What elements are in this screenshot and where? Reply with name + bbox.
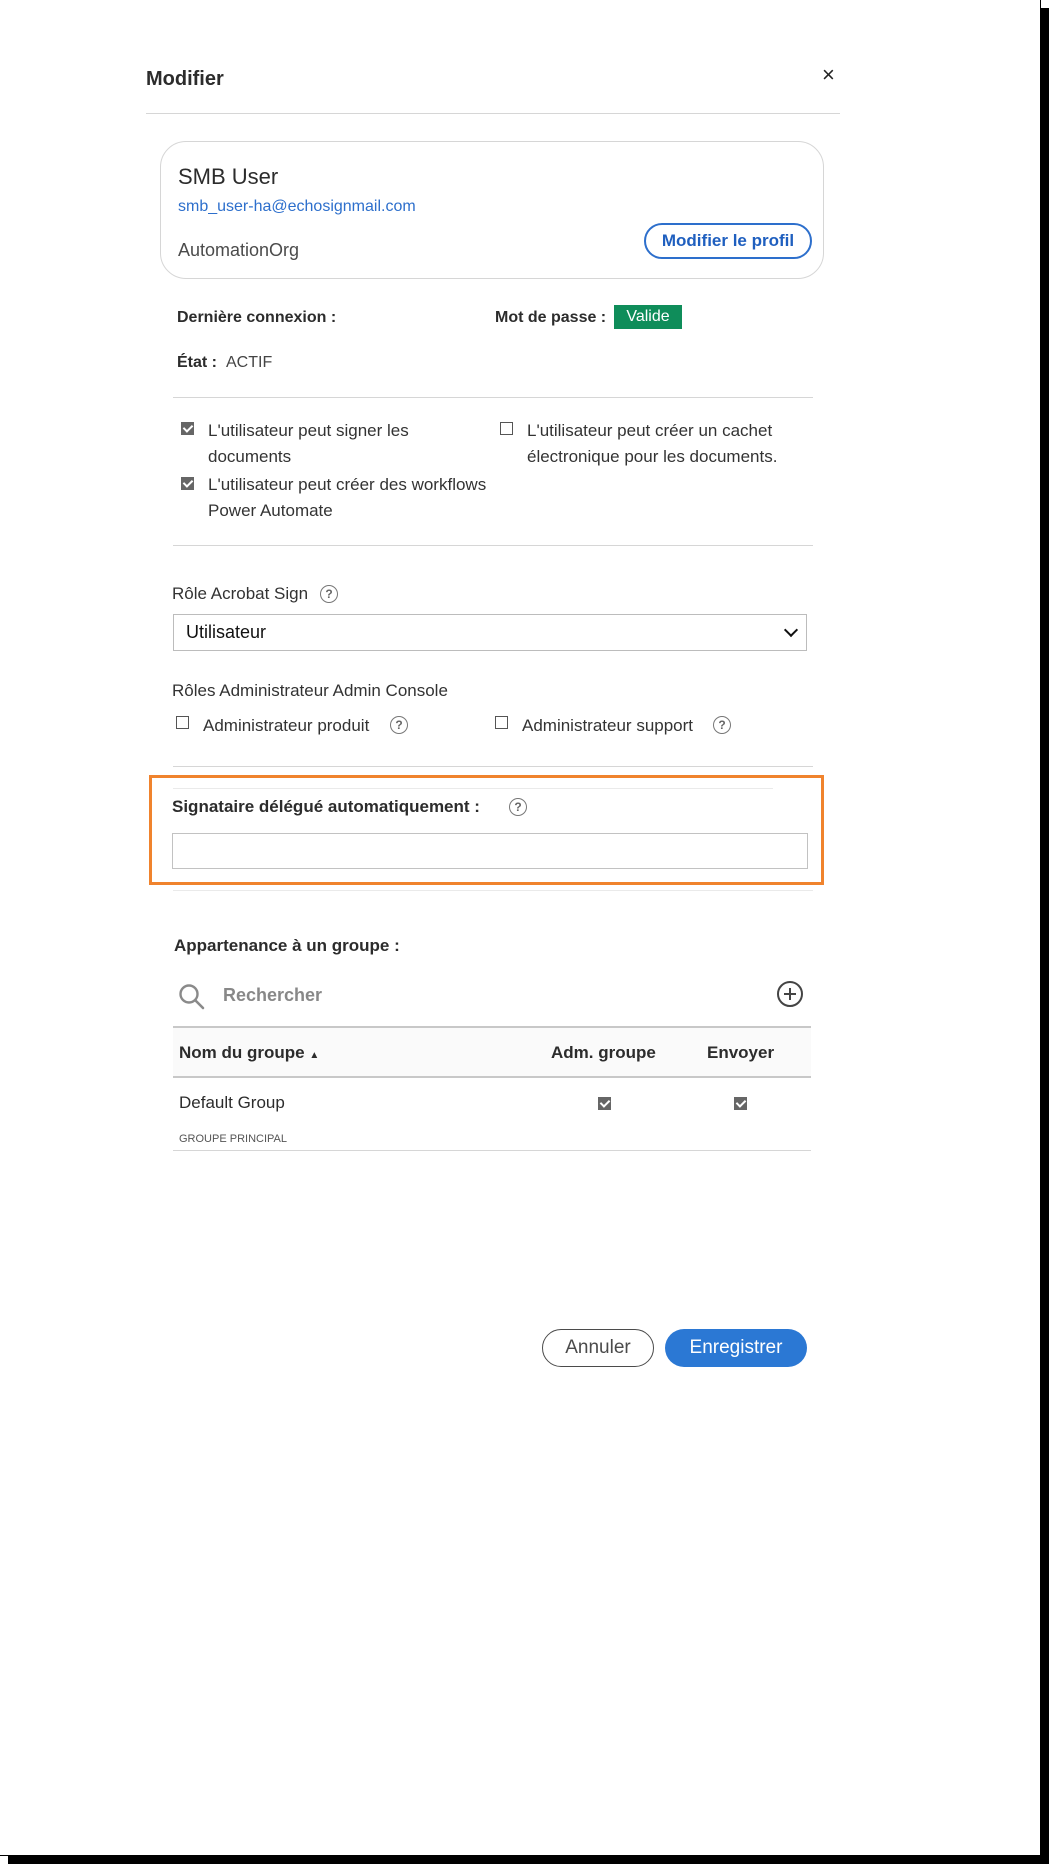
user-email: smb_user-ha@echosignmail.com [178, 198, 416, 215]
group-send-checkbox[interactable] [734, 1097, 747, 1110]
perm-sign-checkbox[interactable] [181, 422, 194, 435]
col-group-name[interactable]: Nom du groupe ▲ [179, 1043, 319, 1063]
group-search-input[interactable]: Rechercher [223, 985, 322, 1006]
cancel-button[interactable]: Annuler [542, 1329, 654, 1367]
perm-workflow-label: L'utilisateur peut créer des workflows Po… [208, 475, 487, 520]
role-select-value: Utilisateur [186, 622, 267, 642]
state-value: ACTIF [226, 354, 273, 371]
admin-roles-label: Rôles Administrateur Admin Console [172, 681, 448, 700]
user-name: SMB User [178, 164, 279, 189]
state-label: État : [177, 354, 217, 371]
role-select[interactable]: Utilisateur [173, 614, 807, 651]
status-divider [173, 397, 813, 398]
save-button[interactable]: Enregistrer [665, 1329, 807, 1367]
col-send: Envoyer [707, 1043, 775, 1062]
group-row-primary-label: GROUPE PRINCIPAL [179, 1133, 287, 1145]
support-admin-help-icon[interactable]: ? [713, 716, 731, 734]
edit-profile-button[interactable]: Modifier le profil [644, 223, 812, 259]
group-row-name: Default Group [179, 1093, 285, 1112]
role-help-icon[interactable]: ? [320, 585, 338, 603]
delegate-bottom-divider [173, 890, 813, 891]
chevron-down-icon [783, 622, 799, 638]
support-admin-checkbox[interactable] [495, 716, 508, 729]
close-icon[interactable]: × [822, 64, 835, 86]
role-label: Rôle Acrobat Sign [172, 584, 309, 603]
table-header-top-border [173, 1026, 811, 1028]
dialog-title: Modifier [146, 68, 224, 90]
support-admin-label: Administrateur support [522, 716, 694, 735]
search-icon[interactable] [178, 983, 206, 1011]
edit-user-dialog: Modifier × SMB User smb_user-ha@echosign… [0, 0, 1041, 1856]
product-admin-checkbox[interactable] [176, 716, 189, 729]
permissions-divider [173, 545, 813, 546]
delegate-input[interactable] [172, 833, 808, 869]
product-admin-label: Administrateur produit [203, 716, 370, 735]
add-group-icon[interactable] [776, 980, 804, 1008]
sort-ascending-icon: ▲ [309, 1050, 320, 1061]
perm-seal-label: L'utilisateur peut créer un cachet électr… [527, 421, 778, 466]
perm-workflow-checkbox[interactable] [181, 477, 194, 490]
group-admin-checkbox[interactable] [598, 1097, 611, 1110]
delegate-label: Signataire délégué automatiquement : [172, 797, 480, 816]
delegate-top-divider [173, 788, 773, 789]
password-label: Mot de passe : [495, 309, 607, 326]
perm-seal-checkbox[interactable] [500, 422, 513, 435]
product-admin-help-icon[interactable]: ? [390, 716, 408, 734]
perm-sign-label: L'utilisateur peut signer les documents [208, 421, 409, 466]
header-divider [146, 113, 840, 114]
table-row-border [173, 1150, 811, 1151]
table-header-bottom-border [173, 1076, 811, 1078]
groups-label: Appartenance à un groupe : [174, 936, 400, 955]
user-org: AutomationOrg [178, 240, 300, 260]
last-login-label: Dernière connexion : [177, 309, 337, 326]
admin-divider [173, 766, 813, 767]
col-group-admin: Adm. groupe [551, 1043, 656, 1062]
delegate-help-icon[interactable]: ? [509, 798, 527, 816]
password-status-badge: Valide [614, 305, 682, 329]
